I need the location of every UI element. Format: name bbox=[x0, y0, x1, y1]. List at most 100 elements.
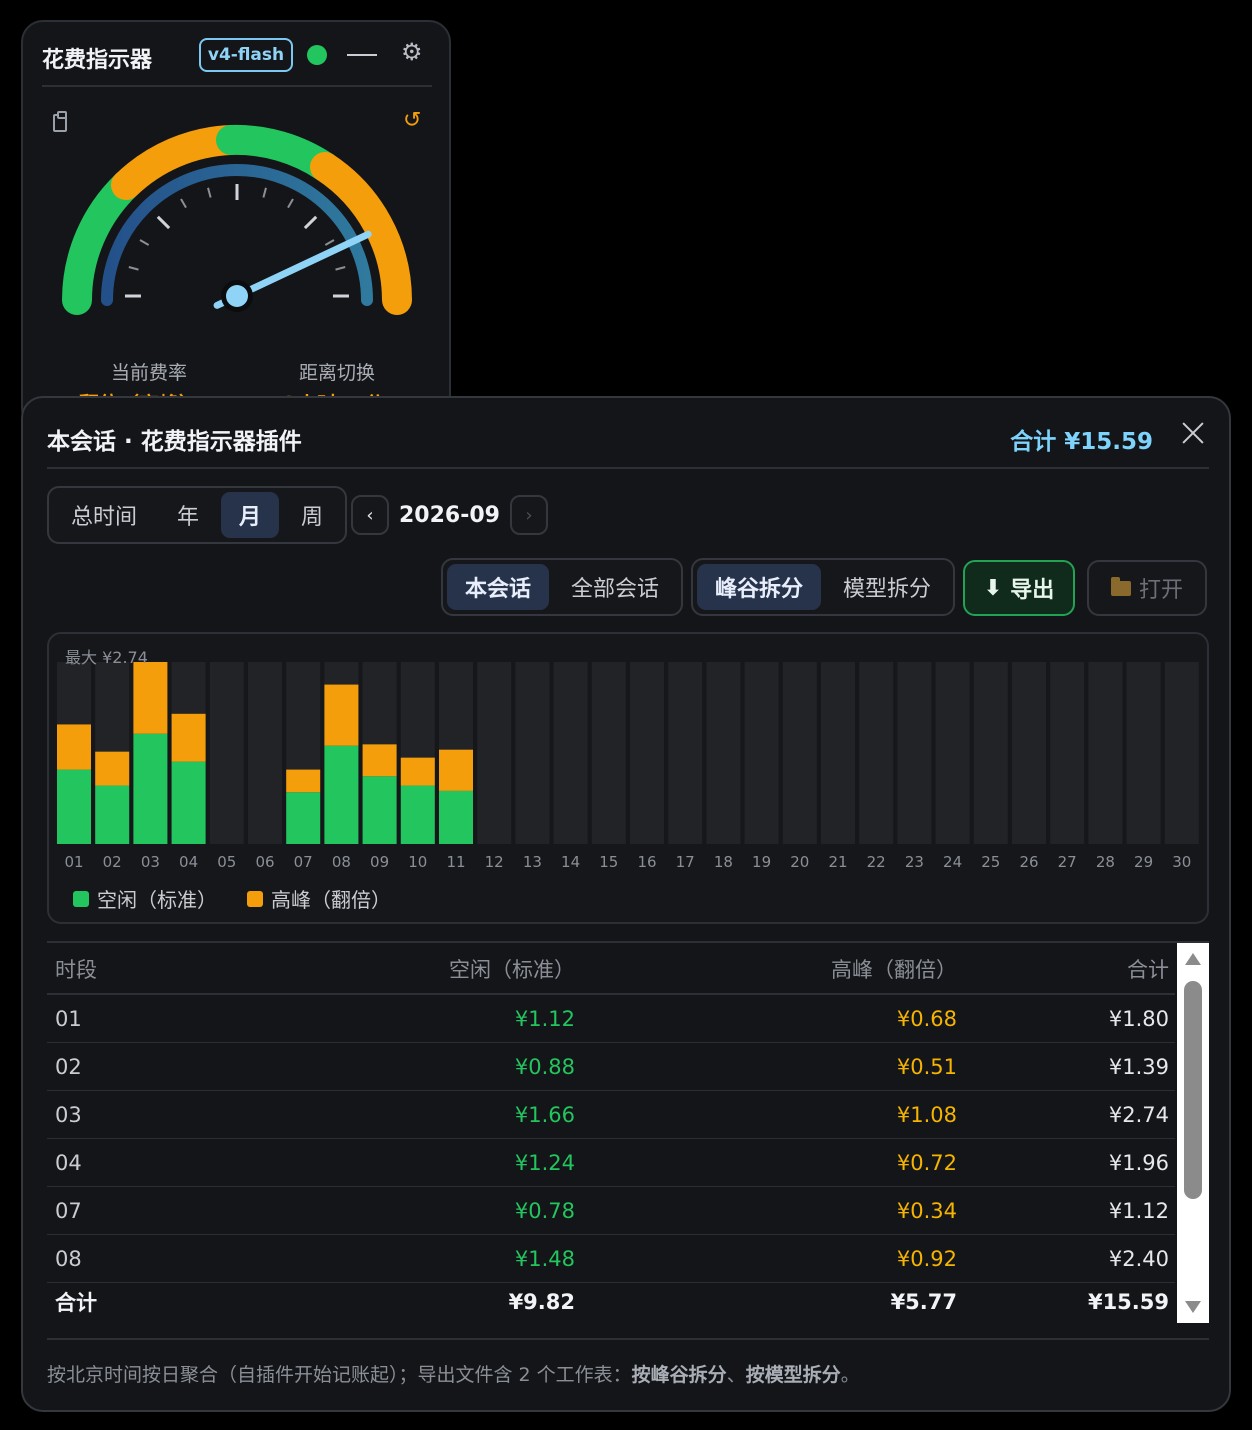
chart-slot-bg bbox=[821, 662, 855, 844]
chart-x-tick-label: 12 bbox=[485, 853, 504, 871]
chart-x-tick-label: 17 bbox=[676, 853, 695, 871]
footer-idle: ¥9.82 bbox=[508, 1290, 575, 1314]
tab-all-sessions[interactable]: 全部会话 bbox=[553, 564, 677, 610]
chart-x-tick-label: 13 bbox=[523, 853, 542, 871]
table-row: 02 ¥0.88 ¥0.51 ¥1.39 bbox=[47, 1043, 1175, 1091]
gauge-tick bbox=[262, 187, 267, 198]
cell-total: ¥1.39 bbox=[1108, 1054, 1169, 1079]
tab-year[interactable]: 年 bbox=[159, 492, 217, 538]
header-peak: 高峰（翻倍） bbox=[831, 958, 957, 982]
tab-week[interactable]: 周 bbox=[283, 492, 341, 538]
chart-bar-idle bbox=[57, 769, 91, 844]
spend-gauge bbox=[62, 124, 412, 315]
chart-x-tick-label: 07 bbox=[294, 853, 313, 871]
table-scrollbar[interactable] bbox=[1177, 943, 1209, 1323]
table-row: 04 ¥1.24 ¥0.72 ¥1.96 bbox=[47, 1139, 1175, 1187]
cell-period: 03 bbox=[55, 1102, 82, 1127]
chart-x-tick-label: 23 bbox=[905, 853, 924, 871]
legend-label-peak: 高峰（翻倍） bbox=[271, 888, 391, 912]
gauge-tick bbox=[207, 187, 212, 198]
cell-total: ¥2.74 bbox=[1108, 1102, 1169, 1127]
prev-period-button[interactable]: ‹ bbox=[351, 495, 389, 535]
cell-peak: ¥0.72 bbox=[896, 1150, 957, 1175]
scope-tabs: 本会话 全部会话 bbox=[441, 558, 684, 616]
chart-x-tick-label: 11 bbox=[446, 853, 465, 871]
cell-idle: ¥1.66 bbox=[514, 1102, 575, 1127]
period-label: 2026-09 bbox=[399, 502, 500, 528]
period-pager: ‹ 2026-09 › bbox=[351, 494, 548, 536]
folder-icon bbox=[1110, 576, 1131, 596]
chart-x-tick-label: 08 bbox=[332, 853, 351, 871]
chart-bar-peak bbox=[324, 684, 359, 746]
scroll-down-icon[interactable] bbox=[1185, 1301, 1201, 1313]
cell-total: ¥2.40 bbox=[1108, 1246, 1169, 1271]
chart-x-tick-label: 14 bbox=[561, 853, 580, 871]
chart-x-tick-label: 27 bbox=[1058, 853, 1077, 871]
chart-slot-bg bbox=[744, 662, 779, 844]
chart-bar-idle bbox=[362, 776, 397, 844]
header-idle: 空闲（标准） bbox=[449, 958, 575, 982]
header-total: 合计 bbox=[1127, 958, 1169, 982]
chart-bar-idle bbox=[95, 785, 130, 844]
chart-x-tick-label: 30 bbox=[1172, 853, 1191, 871]
chart-x-tick-label: 29 bbox=[1134, 853, 1153, 871]
export-button[interactable]: ⬇ 导出 bbox=[963, 560, 1075, 616]
header-period: 时段 bbox=[55, 958, 97, 982]
note-text: 按北京时间按日聚合（自插件开始记账起）；导出文件含 2 个工作表： bbox=[47, 1364, 632, 1386]
legend-item-idle: 空闲（标准） bbox=[73, 884, 217, 913]
chart-slot-bg bbox=[706, 662, 741, 844]
chart-x-tick-label: 20 bbox=[790, 853, 809, 871]
spend-report-modal: 本会话 · 花费指示器插件 合计 ¥15.59 总时间 年 月 周 ‹ 2026… bbox=[21, 396, 1231, 1412]
gauge-tick bbox=[139, 239, 150, 246]
gauge-tick bbox=[128, 266, 139, 271]
table-header: 时段 空闲（标准） 高峰（翻倍） 合计 bbox=[47, 945, 1175, 995]
chart-slot-bg bbox=[591, 662, 626, 844]
chart-bar-peak bbox=[286, 769, 321, 793]
chart-x-tick-label: 19 bbox=[752, 853, 771, 871]
chart-bar-idle bbox=[439, 790, 473, 844]
chart-slot-bg bbox=[1088, 662, 1123, 844]
close-icon[interactable] bbox=[1177, 416, 1211, 450]
cell-idle: ¥0.88 bbox=[514, 1054, 575, 1079]
legend-swatch-idle bbox=[73, 890, 89, 907]
range-tabs: 总时间 年 月 周 bbox=[47, 486, 348, 544]
chart-bar-idle bbox=[171, 761, 206, 844]
cell-period: 04 bbox=[55, 1150, 82, 1175]
table-row: 08 ¥1.48 ¥0.92 ¥2.40 bbox=[47, 1235, 1175, 1283]
tab-total-time[interactable]: 总时间 bbox=[53, 492, 155, 538]
chart-slot-bg bbox=[477, 662, 512, 844]
chart-x-tick-label: 26 bbox=[1019, 853, 1038, 871]
daily-spend-table: 时段 空闲（标准） 高峰（翻倍） 合计 01 ¥1.12 ¥0.68 ¥1.80… bbox=[47, 945, 1175, 1321]
chart-x-tick-label: 15 bbox=[599, 853, 618, 871]
chart-slot-bg bbox=[1050, 662, 1085, 844]
scroll-up-icon[interactable] bbox=[1185, 953, 1201, 965]
cell-idle: ¥0.78 bbox=[514, 1198, 575, 1223]
chart-bar-idle bbox=[400, 785, 435, 844]
note-end: 。 bbox=[840, 1364, 860, 1386]
scrollbar-thumb[interactable] bbox=[1184, 981, 1202, 1199]
tab-model-split[interactable]: 模型拆分 bbox=[825, 564, 949, 610]
chart-slot-bg bbox=[1012, 662, 1046, 844]
chart-slot-bg bbox=[782, 662, 817, 844]
gauge-tick bbox=[303, 215, 318, 230]
chart-slot-bg bbox=[515, 662, 550, 844]
open-button[interactable]: 打开 bbox=[1087, 560, 1207, 616]
tab-month[interactable]: 月 bbox=[221, 492, 280, 538]
chart-bar-peak bbox=[400, 757, 435, 786]
note-separator: 、 bbox=[726, 1364, 746, 1386]
legend-swatch-peak bbox=[247, 890, 263, 907]
footer-note: 按北京时间按日聚合（自插件开始记账起）；导出文件含 2 个工作表：按峰谷拆分、按… bbox=[47, 1360, 860, 1387]
export-label: 导出 bbox=[1010, 578, 1055, 603]
next-period-button[interactable]: › bbox=[509, 495, 548, 535]
switch-countdown-label: 距离切换 bbox=[299, 362, 376, 384]
open-label: 打开 bbox=[1138, 578, 1183, 603]
modal-total: 合计 ¥15.59 bbox=[1010, 429, 1153, 455]
footer-total: ¥15.59 bbox=[1087, 1290, 1169, 1314]
tab-this-session[interactable]: 本会话 bbox=[447, 564, 550, 610]
current-rate-label: 当前费率 bbox=[111, 362, 188, 384]
tab-peak-valley-split[interactable]: 峰谷拆分 bbox=[697, 564, 822, 610]
chart-slot-bg bbox=[935, 662, 970, 844]
gauge-tick bbox=[335, 266, 346, 271]
chart-canvas: 01 02 03 04 05 06 07 08 09 10 11 12 13 14 15 16 17 18 19 20… bbox=[57, 662, 1199, 871]
chart-x-tick-label: 22 bbox=[867, 853, 886, 871]
